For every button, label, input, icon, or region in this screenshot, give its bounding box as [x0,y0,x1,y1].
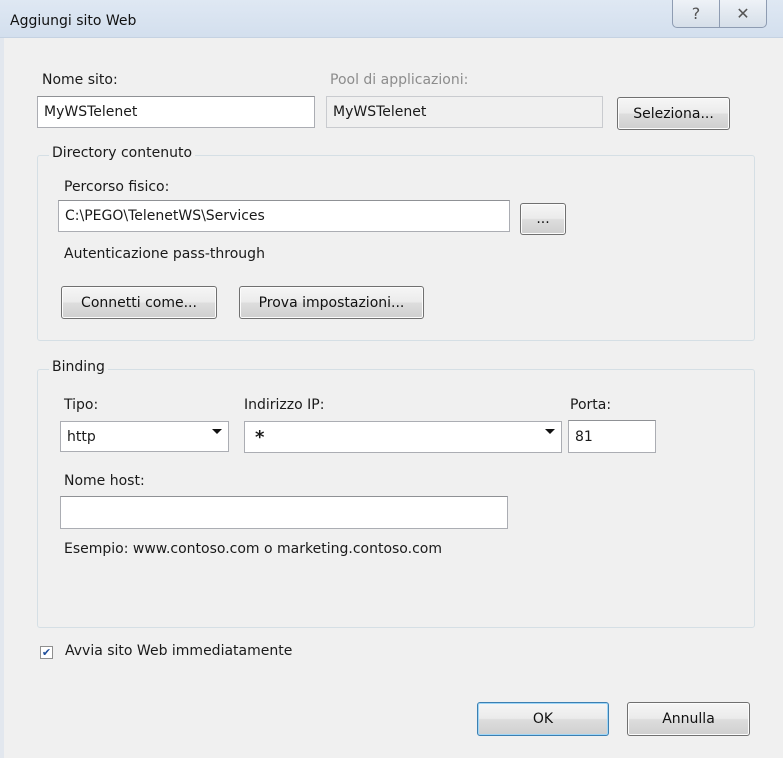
connect-as-button[interactable]: Connetti come... [61,286,217,319]
content-directory-title: Directory contenuto [49,145,196,161]
site-name-label: Nome sito: [42,72,118,88]
browse-path-button[interactable]: ... [520,203,566,235]
check-icon: ✔ [41,646,52,659]
binding-type-select[interactable]: http [60,421,229,452]
close-icon: ✕ [736,4,750,23]
ip-address-value: * [255,426,265,448]
select-pool-button[interactable]: Seleziona... [617,97,730,130]
chevron-down-icon [545,429,555,434]
port-label: Porta: [570,397,612,413]
dialog-title: Aggiungi sito Web [10,13,137,29]
ok-button[interactable]: OK [477,702,609,736]
window-left-edge [0,38,4,758]
binding-title: Binding [49,359,108,375]
close-button[interactable]: ✕ [719,0,767,28]
cancel-button[interactable]: Annulla [627,702,750,736]
start-immediately-checkbox[interactable]: ✔ [40,646,53,659]
help-button[interactable]: ? [672,0,720,28]
host-name-input[interactable] [60,496,508,529]
binding-type-label: Tipo: [64,397,99,413]
ip-address-label: Indirizzo IP: [244,397,325,413]
ip-address-select[interactable]: * [244,421,562,453]
start-immediately-label: Avvia sito Web immediatamente [65,643,293,659]
help-icon: ? [691,4,701,23]
physical-path-label: Percorso fisico: [64,179,170,195]
auth-text: Autenticazione pass-through [64,246,265,262]
app-pool-label: Pool di applicazioni: [330,72,469,88]
host-example-text: Esempio: www.contoso.com o marketing.con… [64,541,442,557]
chevron-down-icon [212,429,222,434]
physical-path-input[interactable]: C:\PEGO\TelenetWS\Services [58,200,510,232]
port-input[interactable]: 81 [568,420,656,453]
site-name-input[interactable]: MyWSTelenet [37,96,315,128]
host-name-label: Nome host: [64,473,145,489]
binding-type-value: http [67,428,96,445]
app-pool-field: MyWSTelenet [326,96,603,128]
test-settings-button[interactable]: Prova impostazioni... [239,286,424,319]
